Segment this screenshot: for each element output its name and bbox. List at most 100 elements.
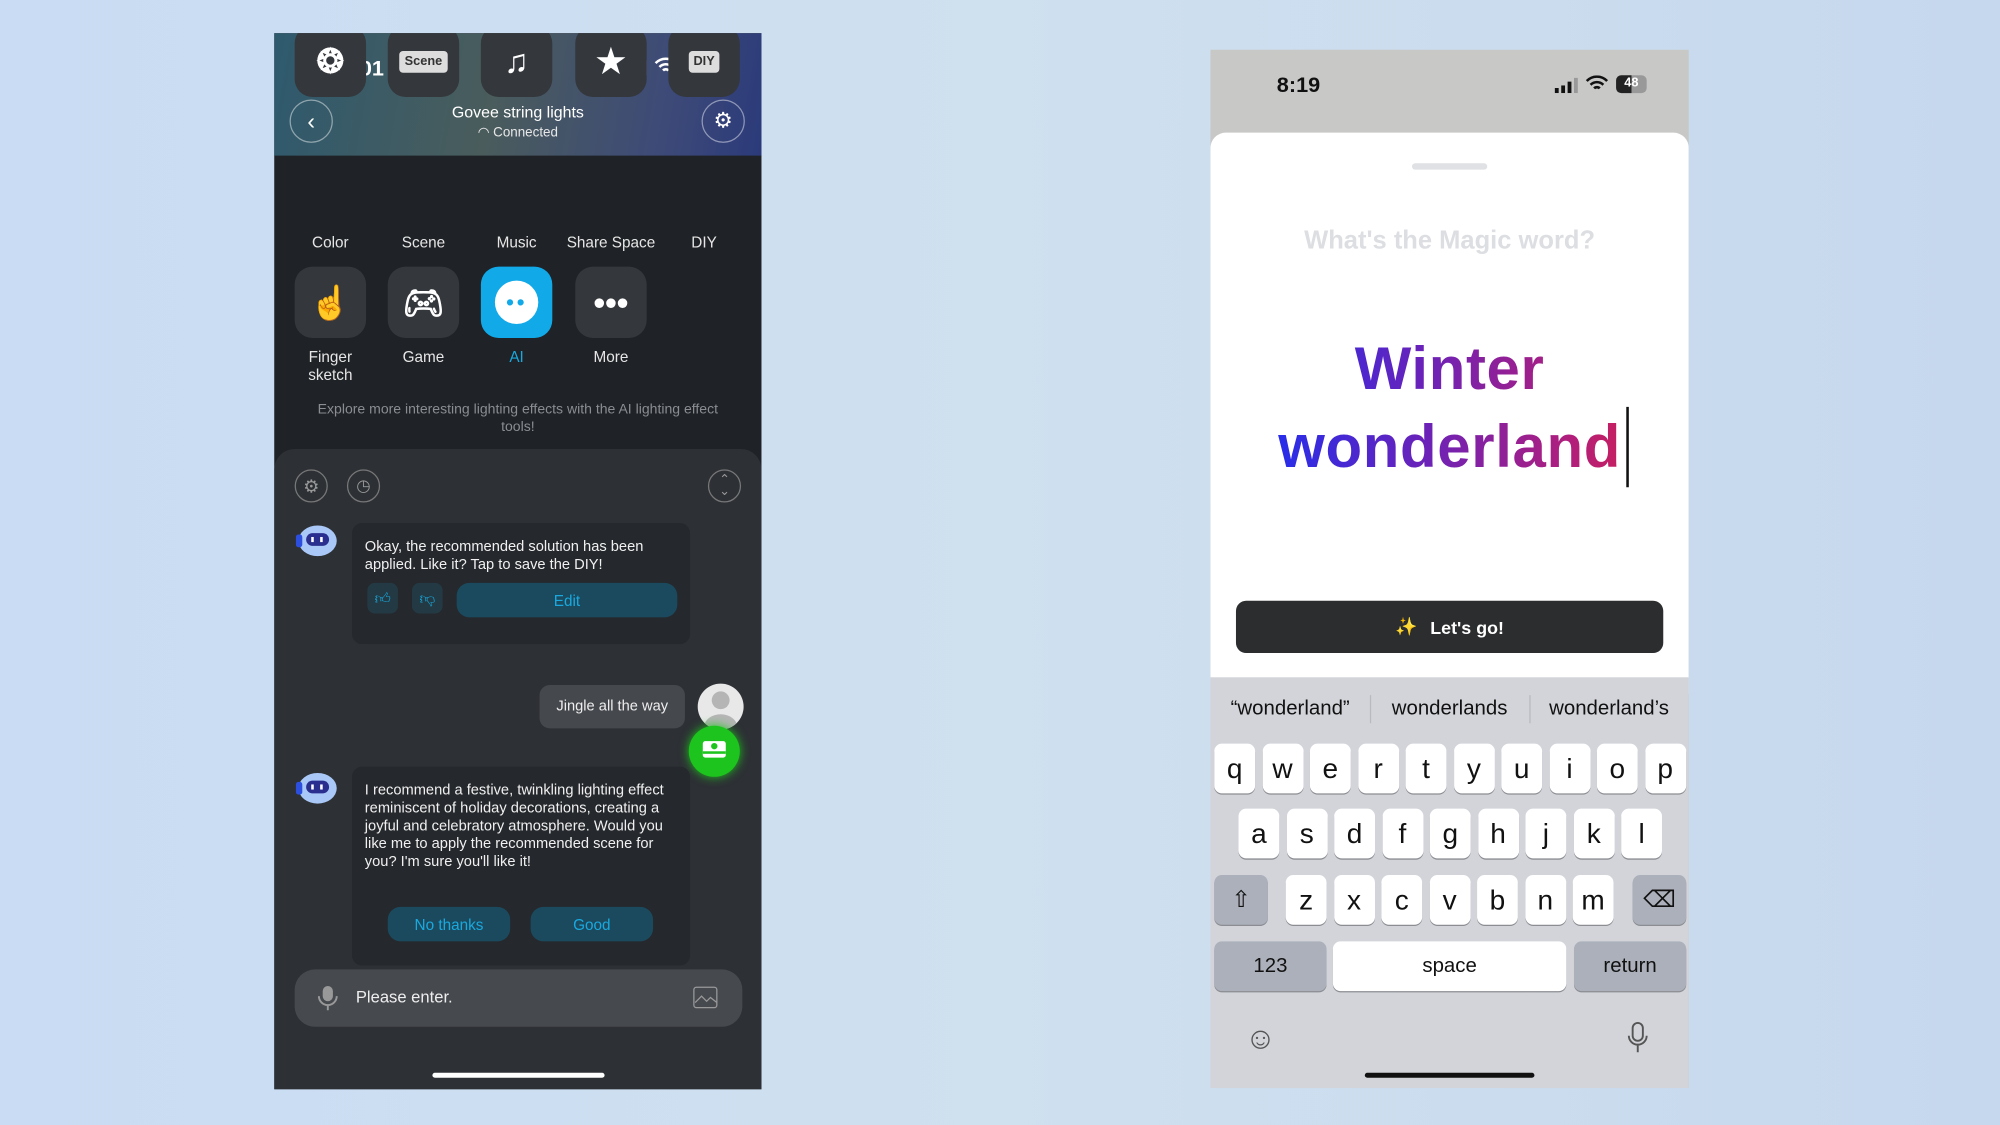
key-r[interactable]: r	[1357, 743, 1399, 794]
key-s[interactable]: s	[1286, 808, 1328, 859]
feature-ai-button[interactable]: ••	[480, 266, 553, 339]
text-cursor	[1626, 406, 1629, 488]
key-a[interactable]: a	[1238, 808, 1280, 859]
key-z[interactable]: z	[1285, 874, 1327, 925]
key-q[interactable]: q	[1214, 743, 1256, 794]
key-d[interactable]: d	[1334, 808, 1375, 859]
color-circles-icon: ❂	[316, 41, 345, 80]
chat-input-placeholder: Please enter.	[355, 987, 453, 1007]
microphone-icon[interactable]	[317, 985, 338, 1019]
key-k[interactable]: k	[1573, 808, 1615, 859]
ai-robot-icon: ••	[494, 280, 539, 324]
shift-key[interactable]: ⇧	[1214, 874, 1268, 925]
lets-go-label: Let's go!	[1430, 616, 1504, 638]
key-w[interactable]: w	[1262, 743, 1303, 794]
numbers-key[interactable]: 123	[1214, 941, 1327, 992]
gamepad-icon: 🎮︎	[402, 282, 445, 321]
space-key[interactable]: space	[1332, 941, 1567, 992]
feature-finger-sketch-button[interactable]: ☝	[294, 266, 367, 339]
bot-message-text: Okay, the recommended solution has been …	[364, 539, 644, 573]
screenshot-icon	[702, 741, 726, 758]
chat-input[interactable]: Please enter.	[294, 969, 743, 1027]
magic-word-line-2[interactable]: wonderland	[1210, 411, 1688, 481]
key-l[interactable]: l	[1621, 808, 1662, 859]
key-u[interactable]: u	[1501, 743, 1543, 794]
suggestion-2[interactable]: wonderlands	[1370, 698, 1529, 721]
key-f[interactable]: f	[1382, 808, 1423, 859]
key-e[interactable]: e	[1309, 743, 1351, 794]
explore-hint: Explore more interesting lighting effect…	[317, 401, 719, 435]
key-o[interactable]: o	[1596, 743, 1638, 794]
key-j[interactable]: j	[1525, 808, 1567, 859]
feature-music-button[interactable]: ♫	[480, 33, 553, 97]
bot-message-2: I recommend a festive, twinkling lightin…	[352, 766, 691, 966]
ai-bot-avatar	[295, 525, 337, 557]
good-button[interactable]: Good	[530, 906, 654, 942]
device-settings-button[interactable]: ⚙	[701, 99, 745, 143]
cellular-signal-icon	[1554, 77, 1580, 100]
home-indicator	[1364, 1072, 1535, 1078]
edit-button[interactable]: Edit	[456, 582, 678, 618]
expand-button[interactable]: ⌃ ⌄	[707, 469, 742, 503]
thumbs-up-button[interactable]: 👍︎	[367, 582, 398, 614]
feature-share-space-button[interactable]: ★	[575, 33, 647, 97]
ai-chat-panel: ⚙ ◷ ⌃ ⌄ Okay, the recommended solution ha…	[274, 448, 762, 1090]
magic-word-prompt: What's the Magic word?	[1304, 227, 1596, 256]
feature-label: Game	[402, 348, 445, 367]
feature-scene-button[interactable]: Scene	[387, 33, 460, 97]
feature-label: AI	[509, 348, 524, 367]
diy-icon: DIY	[688, 50, 720, 73]
key-c[interactable]: c	[1381, 874, 1423, 925]
key-b[interactable]: b	[1477, 874, 1518, 925]
key-n[interactable]: n	[1524, 874, 1566, 925]
key-p[interactable]: p	[1644, 743, 1686, 794]
connection-status-text: Connected	[493, 124, 558, 141]
feature-color-button[interactable]: ❂	[294, 33, 367, 97]
feature-label: More	[593, 348, 629, 367]
person-icon	[704, 691, 738, 730]
share-space-icon: ★	[596, 41, 626, 80]
key-y[interactable]: y	[1453, 743, 1495, 794]
status-time: 8:19	[1276, 72, 1321, 97]
feature-label: Scene	[401, 233, 446, 252]
wifi-icon	[1585, 75, 1609, 98]
thumbs-down-button[interactable]: 👎︎	[411, 582, 443, 614]
image-icon[interactable]	[693, 986, 719, 1015]
feature-game-button[interactable]: 🎮︎	[387, 266, 460, 339]
key-m[interactable]: m	[1572, 874, 1614, 925]
govee-app-screen: 9:01 43 ‹ Govee string lights ◠ Connecte…	[274, 33, 762, 1090]
key-t[interactable]: t	[1405, 743, 1447, 794]
key-x[interactable]: x	[1333, 874, 1375, 925]
emoji-icon[interactable]: ☺	[1245, 1022, 1276, 1058]
history-button[interactable]: ◷	[346, 469, 381, 503]
magic-word-line-1[interactable]: Winter	[1210, 333, 1688, 403]
dictation-mic-icon[interactable]	[1626, 1022, 1649, 1062]
feature-label: DIY	[691, 233, 717, 252]
user-message: Jingle all the way	[539, 684, 685, 729]
ai-bot-avatar	[295, 772, 337, 804]
chat-settings-button[interactable]: ⚙	[294, 469, 328, 503]
suggestion-1[interactable]: “wonderland”	[1210, 698, 1369, 721]
key-i[interactable]: i	[1549, 743, 1590, 794]
delete-key[interactable]: ⌫	[1632, 874, 1687, 925]
key-g[interactable]: g	[1429, 808, 1471, 859]
connection-status: ◠ Connected	[274, 125, 761, 140]
more-dots-icon: •••	[593, 282, 629, 321]
feature-more-button[interactable]: •••	[575, 266, 647, 339]
key-h[interactable]: h	[1477, 808, 1519, 859]
finger-sketch-icon: ☝	[309, 282, 352, 321]
suggestion-3[interactable]: wonderland’s	[1529, 698, 1688, 721]
ios-keyboard: “wonderland” wonderlands wonderland’s qw…	[1210, 677, 1689, 1089]
floating-action-button[interactable]	[688, 725, 740, 777]
bot-message-text: I recommend a festive, twinkling lightin…	[364, 783, 664, 870]
lets-go-button[interactable]: ✨ Let's go!	[1235, 600, 1664, 654]
no-thanks-button[interactable]: No thanks	[387, 906, 511, 942]
thumbs-up-icon: 👍︎	[374, 589, 391, 608]
clock-icon: ◷	[356, 475, 371, 495]
scene-icon: Scene	[399, 50, 448, 73]
feature-diy-button[interactable]: DIY	[668, 33, 740, 97]
key-v[interactable]: v	[1429, 874, 1471, 925]
sheet-grabber[interactable]	[1411, 163, 1488, 170]
return-key[interactable]: return	[1573, 941, 1687, 992]
feature-label: Music	[496, 233, 537, 252]
